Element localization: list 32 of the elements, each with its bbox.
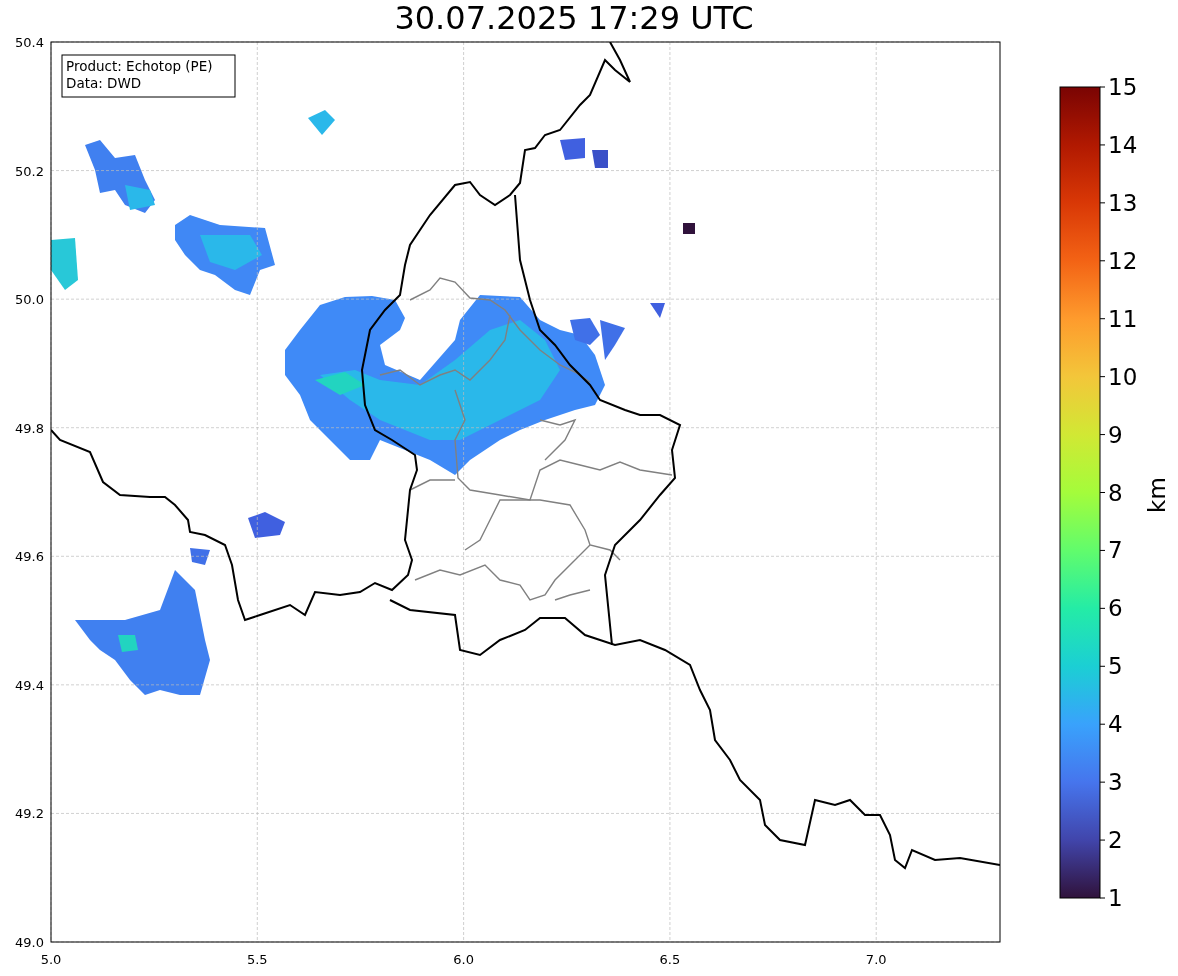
x-tick-label: 6.0 — [453, 952, 474, 967]
x-tick-label: 6.5 — [659, 952, 681, 967]
colorbar-tick-label: 13 — [1108, 189, 1138, 216]
y-tick-label: 49.8 — [15, 420, 44, 436]
y-tick-label: 50.2 — [15, 163, 44, 179]
colorbar-tick-label: 1 — [1108, 885, 1123, 911]
colorbar-tick-label: 5 — [1108, 653, 1123, 680]
y-tick-label: 49.6 — [15, 549, 44, 565]
colorbar-tick-label: 9 — [1108, 421, 1123, 448]
legend-text: Product: Echotop (PE) — [66, 58, 213, 74]
y-tick-label: 49.2 — [15, 806, 44, 822]
colorbar-tick-label: 3 — [1108, 769, 1123, 796]
colorbar-tick-label: 11 — [1108, 305, 1138, 332]
colorbar-label: km — [1144, 477, 1170, 513]
colorbar-tick-label: 10 — [1108, 363, 1138, 390]
y-tick-label: 49.4 — [15, 677, 44, 693]
y-tick-label: 49.0 — [15, 935, 44, 950]
colorbar-tick-label: 14 — [1108, 131, 1138, 158]
colorbar-tick-label: 4 — [1108, 711, 1123, 738]
colorbar-tick-label: 6 — [1108, 595, 1123, 622]
colorbar-tick-label: 12 — [1108, 247, 1138, 274]
colorbar-tick-label: 2 — [1108, 827, 1123, 854]
colorbar-tick-label: 15 — [1108, 74, 1138, 100]
chart-title: 30.07.2025 17:29 UTC — [394, 2, 755, 34]
legend-text: Data: DWD — [66, 75, 142, 91]
colorbar-tick-label: 8 — [1108, 479, 1123, 506]
y-tick-label: 50.0 — [15, 292, 44, 308]
x-tick-label: 5.5 — [246, 952, 268, 967]
x-tick-label: 5.0 — [40, 952, 62, 967]
y-tick-label: 50.4 — [15, 35, 44, 50]
x-tick-label: 7.0 — [865, 952, 887, 967]
colorbar-tick-label: 7 — [1108, 537, 1123, 564]
